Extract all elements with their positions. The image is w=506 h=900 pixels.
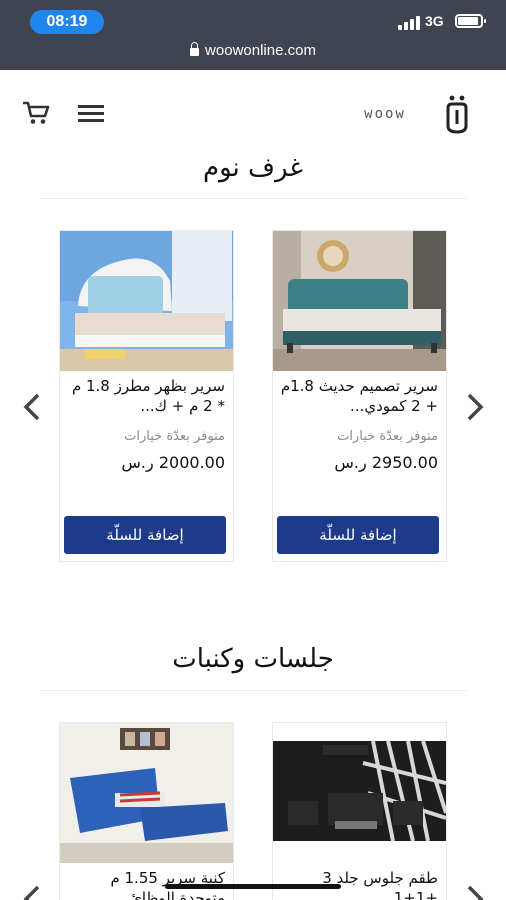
url-text: woowonline.com	[205, 42, 316, 59]
section-title-bedrooms: غرف نوم	[203, 153, 303, 183]
hamburger-menu-icon[interactable]	[78, 105, 104, 123]
product-image[interactable]	[273, 231, 446, 371]
lock-icon	[190, 42, 200, 56]
product-price: 2950.00 ر.س	[334, 453, 438, 472]
carousel-next-arrow-icon[interactable]	[464, 392, 486, 422]
signal-icon	[398, 14, 420, 30]
address-bar[interactable]: woowonline.com	[0, 42, 506, 64]
product-name[interactable]: سرير بظهر مطرز 1.8 م * 2 م + ك...	[65, 376, 225, 416]
carousel-prev-arrow-icon[interactable]	[21, 884, 43, 900]
product-image[interactable]	[60, 723, 233, 863]
add-to-cart-button[interactable]: إضافة للسلّة	[64, 516, 226, 554]
product-card[interactable]: سرير تصميم حديث 1.8م + 2 كمودي... متوفر …	[272, 230, 447, 562]
carousel-next-arrow-icon[interactable]	[464, 884, 486, 900]
logo-icon[interactable]	[440, 94, 474, 136]
home-indicator[interactable]	[165, 884, 341, 889]
section-title-sofas: جلسات وكنبات	[172, 644, 334, 674]
status-time: 08:19	[30, 10, 104, 34]
product-card[interactable]: سرير بظهر مطرز 1.8 م * 2 م + ك... متوفر …	[59, 230, 234, 562]
product-card[interactable]: طقم جلوس جلد 3 +1+1	[272, 722, 447, 900]
browser-chrome: 08:19 3G woowonline.com	[0, 0, 506, 70]
divider	[40, 690, 466, 691]
product-image[interactable]	[273, 723, 446, 863]
brand-name[interactable]: woow	[340, 106, 430, 122]
network-type: 3G	[425, 13, 444, 29]
product-image[interactable]	[60, 231, 233, 371]
product-name[interactable]: سرير تصميم حديث 1.8م + 2 كمودي...	[278, 376, 438, 416]
product-price: 2000.00 ر.س	[121, 453, 225, 472]
divider	[40, 198, 466, 199]
site-header: woow	[0, 70, 506, 150]
cart-icon[interactable]	[22, 100, 50, 126]
battery-icon	[455, 14, 486, 28]
carousel-prev-arrow-icon[interactable]	[21, 392, 43, 422]
product-availability: متوفر بعدّة خيارات	[337, 429, 438, 444]
product-availability: متوفر بعدّة خيارات	[124, 429, 225, 444]
product-card[interactable]: كنبة سرير 1.55 م متوحدة الوظائ	[59, 722, 234, 900]
add-to-cart-button[interactable]: إضافة للسلّة	[277, 516, 439, 554]
